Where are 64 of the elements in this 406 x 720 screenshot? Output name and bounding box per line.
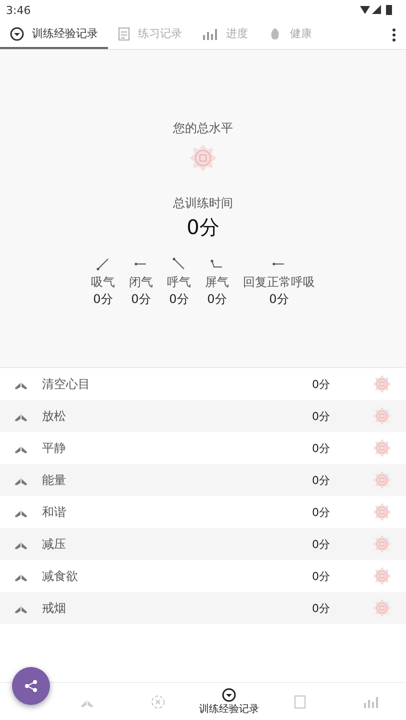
phase-name: 屏气	[205, 274, 229, 291]
phase-time: 0分	[131, 291, 151, 308]
exercise-name: 戒烟	[42, 600, 67, 616]
lotus-badge-icon	[372, 374, 392, 394]
document-icon	[118, 26, 130, 40]
nav-label: 训练经验记录	[198, 702, 259, 716]
phase-name: 吸气	[91, 274, 115, 291]
status-time: 3:46	[6, 4, 31, 16]
phase-name: 闭气	[129, 274, 153, 291]
tab-label: 练习记录	[138, 26, 182, 41]
lotus-badge-icon	[372, 406, 392, 426]
exercise-time: 0分	[312, 440, 331, 456]
lotus-badge-icon	[372, 598, 392, 618]
share-icon	[24, 679, 38, 693]
exercise-time: 0分	[312, 600, 331, 616]
lotus-badge-icon	[188, 143, 218, 173]
exercise-name: 放松	[42, 408, 67, 424]
tab-label: 健康	[290, 26, 312, 41]
level-label: 您的总水平	[173, 120, 233, 137]
exercise-name: 和谐	[42, 504, 67, 520]
lotus-badge-icon	[372, 566, 392, 586]
status-icons	[360, 5, 394, 15]
exercise-time: 0分	[312, 568, 331, 584]
exercise-time: 0分	[312, 472, 331, 488]
total-time: 0分	[186, 214, 220, 241]
phase-line-icon	[272, 261, 286, 267]
phase-line-icon	[172, 257, 186, 271]
nav-item[interactable]: 训练经验记录	[194, 683, 264, 720]
exercise-time: 0分	[312, 536, 331, 552]
phase-time: 0分	[269, 291, 289, 308]
tab-label: 训练经验记录	[32, 26, 98, 41]
phase-name: 回复正常呼吸	[243, 274, 315, 291]
exercise-row[interactable]: 放松 0分	[0, 400, 406, 432]
exercise-name: 减压	[42, 536, 67, 552]
phase-time: 0分	[169, 291, 189, 308]
time-label: 总训练时间	[173, 195, 233, 212]
lotus-badge-icon	[372, 502, 392, 522]
exercise-name: 平静	[42, 440, 67, 456]
lotus-badge-icon	[372, 470, 392, 490]
compass-icon	[10, 26, 24, 40]
exercise-name: 减食欲	[42, 568, 79, 584]
compass-icon	[222, 688, 236, 702]
lotus-badge-icon	[372, 534, 392, 554]
phase-line-icon	[96, 257, 110, 271]
phase-time: 0分	[207, 291, 227, 308]
exercise-time: 0分	[312, 408, 331, 424]
document-icon	[294, 694, 306, 708]
tab-label: 进度	[226, 26, 248, 41]
bar-chart-icon	[202, 28, 218, 40]
exercise-row[interactable]: 减压 0分	[0, 528, 406, 560]
exercise-name: 清空心目	[42, 376, 91, 392]
phase-name: 呼气	[167, 274, 191, 291]
share-button[interactable]	[12, 667, 50, 705]
exercise-row[interactable]: 能量 0分	[0, 464, 406, 496]
phase-line-icon	[134, 261, 148, 267]
exercise-row[interactable]: 戒烟 0分	[0, 592, 406, 624]
lotus-badge-icon	[372, 438, 392, 458]
bar-chart-icon	[362, 696, 379, 708]
exercise-time: 0分	[312, 504, 331, 520]
timer-icon	[151, 694, 166, 708]
phase-line-icon	[210, 259, 224, 269]
exercise-time: 0分	[312, 376, 331, 392]
phase-time: 0分	[93, 291, 113, 308]
exercise-name: 能量	[42, 472, 67, 488]
